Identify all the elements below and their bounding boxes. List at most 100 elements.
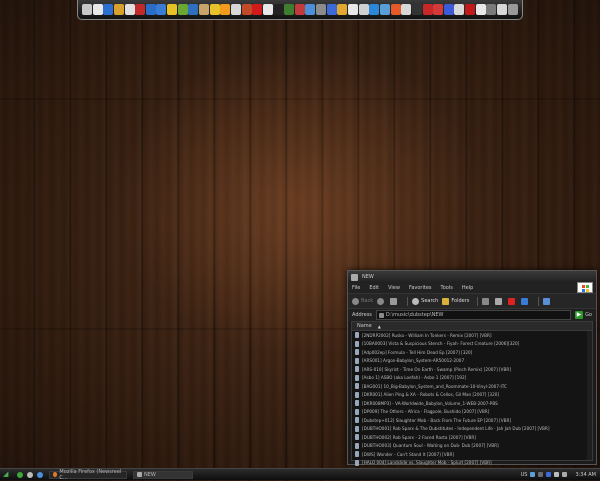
up-folder-button[interactable] <box>390 297 399 305</box>
file-list-item[interactable]: [DKR001] Alien Ping & XA - Robots & Cell… <box>352 391 592 400</box>
file-list-item[interactable]: [DKR008MP3] - VA-Worldwide_Babylon_Volum… <box>352 399 592 408</box>
file-list-item[interactable]: [10BA0003] Vista & Suspicious Stench - F… <box>352 340 592 349</box>
dock-app-icon[interactable] <box>411 4 422 15</box>
folders-button[interactable]: Folders <box>442 297 469 305</box>
dock-app-icon[interactable] <box>273 4 284 15</box>
file-list-item[interactable]: [ARS-010] Skyrist - Time On Earth · Swam… <box>352 365 592 374</box>
menu-tools[interactable]: Tools <box>441 285 453 291</box>
file-list-item[interactable]: [Adp002ep] Formula - Tell Him Dead Ep [2… <box>352 348 592 357</box>
back-button[interactable]: Back <box>352 297 373 305</box>
dock-app-icon[interactable] <box>326 4 337 15</box>
dock-app-icon[interactable] <box>241 4 252 15</box>
quick-launch-icon[interactable] <box>37 471 43 478</box>
window-titlebar[interactable]: NEW <box>348 271 596 283</box>
dock-app-icon[interactable] <box>124 4 135 15</box>
quick-launch-icon[interactable] <box>17 471 23 478</box>
file-list-item[interactable]: [DP009] The Others - Africa · Flagpole, … <box>352 408 592 417</box>
dock-app-icon[interactable] <box>145 4 156 15</box>
file-name: [DKR001] Alien Ping & XA - Robots & Cell… <box>362 392 500 398</box>
column-header-name[interactable]: Name ▲ <box>352 322 592 331</box>
copy-to-button[interactable] <box>495 297 504 305</box>
file-list-item[interactable]: [BAG001] 10_Big-Babylon_System_and_Roomm… <box>352 382 592 391</box>
dock-app-icon[interactable] <box>167 4 178 15</box>
taskbar-task-new[interactable]: NEW <box>133 470 193 479</box>
dock-app-icon[interactable] <box>156 4 167 15</box>
file-list-item[interactable]: [Asbo 1] ASBO (aka Loefah) - Asbo 1 [200… <box>352 374 592 383</box>
network-icon[interactable] <box>530 472 536 477</box>
dock-app-icon[interactable] <box>209 4 220 15</box>
folder-icon <box>355 451 359 458</box>
file-list-item[interactable]: [DWS] Wonder - Can't Stand It [2007] [VB… <box>352 450 592 459</box>
dock-app-icon[interactable] <box>305 4 316 15</box>
tray-icon[interactable] <box>562 472 568 477</box>
quick-launch-icon[interactable] <box>27 471 33 478</box>
dock-app-icon[interactable] <box>82 4 92 15</box>
folder-icon <box>442 297 450 305</box>
taskbar-task-firefox[interactable]: Mozilla Firefox (Newsreel C... <box>49 469 127 481</box>
dock-app-icon[interactable] <box>92 4 103 15</box>
dock-app-icon[interactable] <box>177 4 188 15</box>
file-list-item[interactable]: [Dubstep+012] Slaughter Mob - Back From … <box>352 416 592 425</box>
dock-app-icon[interactable] <box>486 4 497 15</box>
dock-app-icon[interactable] <box>103 4 114 15</box>
dock-app-icon[interactable] <box>379 4 390 15</box>
undo-button[interactable] <box>521 297 530 305</box>
dock-app-icon[interactable] <box>252 4 263 15</box>
dock-app-icon[interactable] <box>230 4 241 15</box>
file-list-item[interactable]: [2NDRP2002] Rusko - William In Tonkers ·… <box>352 331 592 340</box>
forward-arrow-icon <box>377 297 385 305</box>
dock-app-icon[interactable] <box>390 4 401 15</box>
clock[interactable]: 3:34 AM <box>575 472 596 478</box>
file-name: [2NDRP2002] Rusko - William In Tonkers ·… <box>362 332 492 338</box>
menu-view[interactable]: View <box>388 285 400 291</box>
delete-button[interactable] <box>508 297 517 305</box>
language-indicator[interactable]: US <box>521 472 528 478</box>
dock-app-icon[interactable] <box>113 4 124 15</box>
search-button[interactable]: Search <box>412 297 438 305</box>
tray-icon[interactable] <box>538 472 544 477</box>
dock-app-icon[interactable] <box>188 4 199 15</box>
menu-help[interactable]: Help <box>462 285 473 291</box>
move-to-button[interactable] <box>482 297 491 305</box>
dock-app-icon[interactable] <box>220 4 231 15</box>
dock-app-icon[interactable] <box>358 4 369 15</box>
dock-app-icon[interactable] <box>422 4 433 15</box>
forward-button[interactable] <box>377 297 386 305</box>
dock-app-icon[interactable] <box>316 4 327 15</box>
dock-app-icon[interactable] <box>401 4 412 15</box>
go-button[interactable]: ▶ Go <box>575 311 592 319</box>
sort-ascending-icon: ▲ <box>377 323 381 329</box>
dock-app-icon[interactable] <box>475 4 486 15</box>
dock-app-icon[interactable] <box>294 4 305 15</box>
file-list-item[interactable]: [HALO 004] Landslide vs. Slaughter Mob -… <box>352 459 592 468</box>
dock-app-icon[interactable] <box>135 4 146 15</box>
views-button[interactable] <box>543 297 552 305</box>
dock-app-icon[interactable] <box>284 4 295 15</box>
file-list-item[interactable]: [ARS001] Argon-Babylon_System-AR50012-20… <box>352 357 592 366</box>
quick-launch-dock <box>77 0 523 20</box>
file-list-item[interactable]: [DUBTHO001] Rob Sparx & The Dubstitutes … <box>352 425 592 434</box>
dock-app-icon[interactable] <box>507 4 518 15</box>
menu-file[interactable]: File <box>352 285 360 291</box>
dock-app-icon[interactable] <box>465 4 476 15</box>
folder-icon <box>355 459 359 466</box>
file-list-item[interactable]: [DUBTHO003] Quantum Soul - Waiting on Du… <box>352 442 592 451</box>
dock-app-icon[interactable] <box>348 4 359 15</box>
address-input[interactable]: D:\music\dubstep\NEW <box>375 310 572 320</box>
dock-app-icon[interactable] <box>337 4 348 15</box>
dock-app-icon[interactable] <box>262 4 273 15</box>
menu-edit[interactable]: Edit <box>369 285 379 291</box>
dock-app-icon[interactable] <box>433 4 444 15</box>
dock-app-icon[interactable] <box>496 4 507 15</box>
dock-app-icon[interactable] <box>369 4 380 15</box>
tray-icon[interactable] <box>546 472 552 477</box>
drive-icon <box>378 312 384 318</box>
dock-app-icon[interactable] <box>454 4 465 15</box>
vertical-scrollbar[interactable] <box>587 331 592 460</box>
start-button[interactable]: ◢ <box>3 470 13 479</box>
volume-icon[interactable] <box>554 472 560 477</box>
menu-favorites[interactable]: Favorites <box>409 285 432 291</box>
file-list-item[interactable]: [DUBTHO002] Rob Sparx - 2 Faced Rasta [2… <box>352 433 592 442</box>
dock-app-icon[interactable] <box>443 4 454 15</box>
dock-app-icon[interactable] <box>199 4 210 15</box>
